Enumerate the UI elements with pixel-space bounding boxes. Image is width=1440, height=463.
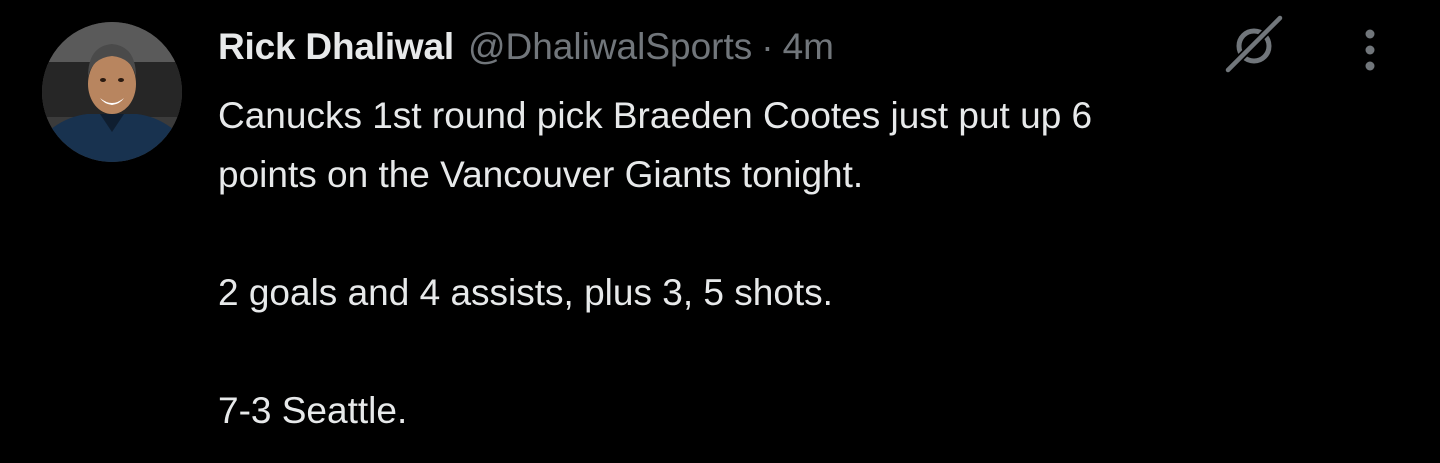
more-vertical-icon[interactable] — [1354, 26, 1386, 74]
tweet-timestamp[interactable]: 4m — [783, 24, 834, 70]
author-display-name[interactable]: Rick Dhaliwal — [218, 24, 454, 70]
separator-dot: · — [761, 26, 774, 67]
avatar[interactable] — [42, 22, 182, 162]
tweet-text-line: 2 goals and 4 assists, plus 3, 5 shots. — [218, 272, 833, 313]
tweet-text: Canucks 1st round pick Braeden Cootes ju… — [218, 86, 1338, 440]
tweet-text-line: Canucks 1st round pick Braeden Cootes ju… — [218, 95, 1093, 136]
tweet-card[interactable]: Rick Dhaliwal @DhaliwalSports · 4m Canuc… — [0, 0, 1440, 463]
avatar-photo — [42, 22, 182, 162]
author-handle[interactable]: @DhaliwalSports — [468, 24, 752, 70]
grok-icon[interactable] — [1222, 14, 1286, 74]
tweet-text-line: 7-3 Seattle. — [218, 390, 408, 431]
tweet-header: Rick Dhaliwal @DhaliwalSports · 4m — [218, 24, 834, 70]
tweet-text-line: points on the Vancouver Giants tonight. — [218, 154, 864, 195]
